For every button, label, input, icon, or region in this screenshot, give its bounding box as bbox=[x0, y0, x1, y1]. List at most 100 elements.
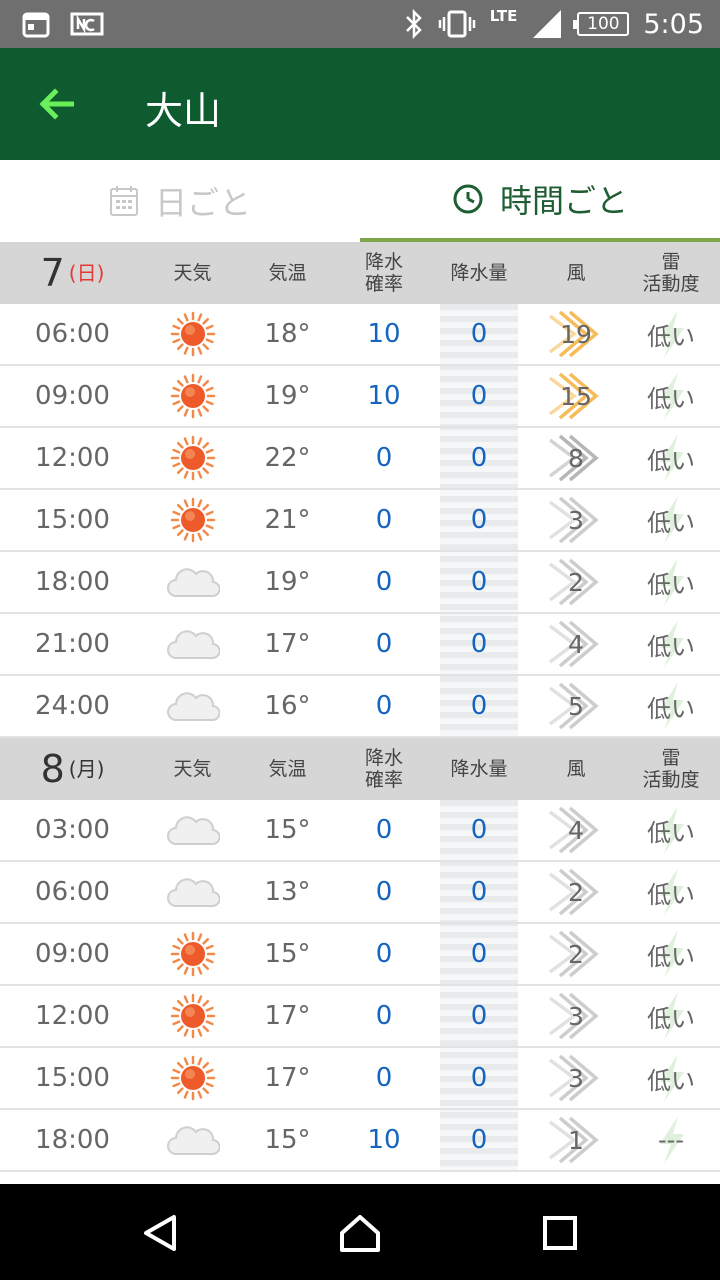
row-wind: 2 bbox=[530, 924, 622, 984]
header-pop: 降水 確率 bbox=[364, 251, 403, 295]
row-pop: 0 bbox=[375, 629, 393, 659]
row-pop: 0 bbox=[375, 939, 393, 969]
header-pop: 降水 確率 bbox=[364, 747, 403, 791]
tab-daily[interactable]: 日ごと bbox=[0, 160, 360, 242]
table-row[interactable]: 09:00 19° 10 0 15 低い bbox=[0, 366, 720, 428]
recents-icon bbox=[543, 1216, 577, 1250]
row-rain: 0 bbox=[470, 939, 488, 969]
thunder-level: 低い bbox=[647, 1066, 695, 1095]
battery-icon: 100 bbox=[573, 12, 630, 36]
back-button[interactable] bbox=[30, 78, 82, 130]
row-time: 18:00 bbox=[35, 1125, 110, 1155]
day-date: 8 (月) bbox=[40, 747, 105, 791]
page-title: 大山 bbox=[145, 89, 222, 133]
tab-bar: 日ごと 時間ごと bbox=[0, 160, 720, 242]
row-rain: 0 bbox=[470, 1063, 488, 1093]
nav-back-button[interactable] bbox=[135, 1208, 185, 1258]
day-date: 7 (日) bbox=[40, 251, 105, 295]
table-row[interactable]: 09:00 15° 0 0 2 低い bbox=[0, 924, 720, 986]
clock-time: 5:05 bbox=[643, 8, 704, 40]
bluetooth-icon bbox=[405, 9, 422, 39]
row-thunder: 低い bbox=[622, 676, 720, 736]
row-time: 12:00 bbox=[35, 1001, 110, 1031]
row-thunder: 低い bbox=[622, 428, 720, 488]
row-weather bbox=[145, 986, 240, 1046]
row-thunder: 低い bbox=[622, 862, 720, 922]
wind-speed: 2 bbox=[568, 567, 584, 597]
row-weather bbox=[145, 490, 240, 550]
row-pop: 10 bbox=[367, 319, 401, 349]
hourly-forecast-table[interactable]: 7 (日) 天気 気温 降水 確率 降水量 風 雷活動度 06:00 18° 10 … bbox=[0, 242, 720, 1172]
table-row[interactable]: 21:00 17° 0 0 4 低い bbox=[0, 614, 720, 676]
tab-hourly[interactable]: 時間ごと bbox=[360, 160, 720, 242]
table-row[interactable]: 18:00 15° 10 0 1 --- bbox=[0, 1110, 720, 1172]
row-thunder: 低い bbox=[622, 924, 720, 984]
day-of-week: (日) bbox=[68, 261, 105, 285]
wind-speed: 15 bbox=[560, 381, 592, 411]
table-row[interactable]: 12:00 22° 0 0 8 低い bbox=[0, 428, 720, 490]
row-temp: 21° bbox=[264, 505, 311, 535]
row-temp: 19° bbox=[264, 567, 311, 597]
back-triangle-icon bbox=[144, 1215, 176, 1251]
header-rain: 降水量 bbox=[450, 758, 508, 780]
table-row[interactable]: 24:00 16° 0 0 5 低い bbox=[0, 676, 720, 738]
row-pop: 10 bbox=[367, 1125, 401, 1155]
row-weather bbox=[145, 676, 240, 736]
row-wind: 2 bbox=[530, 862, 622, 922]
table-row[interactable]: 15:00 17° 0 0 3 低い bbox=[0, 1048, 720, 1110]
row-wind: 15 bbox=[530, 366, 622, 426]
header-wind: 風 bbox=[566, 758, 586, 780]
row-rain: 0 bbox=[470, 319, 488, 349]
tab-daily-label: 日ごと bbox=[154, 184, 251, 222]
table-row[interactable]: 15:00 21° 0 0 3 低い bbox=[0, 490, 720, 552]
table-row[interactable]: 12:00 17° 0 0 3 低い bbox=[0, 986, 720, 1048]
wind-speed: 2 bbox=[568, 877, 584, 907]
wind-speed: 8 bbox=[568, 443, 584, 473]
row-weather bbox=[145, 1048, 240, 1108]
row-rain: 0 bbox=[470, 1001, 488, 1031]
row-temp: 15° bbox=[264, 939, 311, 969]
status-right: LTE 100 5:05 bbox=[404, 0, 704, 48]
row-rain: 0 bbox=[470, 505, 488, 535]
calendar-icon bbox=[22, 12, 50, 38]
row-time: 12:00 bbox=[35, 443, 110, 473]
wind-speed: 4 bbox=[568, 629, 584, 659]
thunder-level: 低い bbox=[647, 322, 695, 351]
row-weather bbox=[145, 1110, 240, 1170]
row-temp: 15° bbox=[264, 815, 311, 845]
row-wind: 5 bbox=[530, 676, 622, 736]
table-row[interactable]: 06:00 18° 10 0 19 低い bbox=[0, 304, 720, 366]
table-row[interactable]: 18:00 19° 0 0 2 低い bbox=[0, 552, 720, 614]
row-rain: 0 bbox=[470, 877, 488, 907]
row-pop: 0 bbox=[375, 443, 393, 473]
row-thunder: 低い bbox=[622, 490, 720, 550]
thunder-level: 低い bbox=[647, 818, 695, 847]
row-weather bbox=[145, 614, 240, 674]
sunny-icon bbox=[170, 311, 215, 357]
row-weather bbox=[145, 366, 240, 426]
day-of-week: (月) bbox=[68, 757, 105, 781]
row-temp: 19° bbox=[264, 381, 311, 411]
row-time: 21:00 bbox=[35, 629, 110, 659]
row-thunder: --- bbox=[622, 1110, 720, 1170]
row-pop: 0 bbox=[375, 505, 393, 535]
table-row[interactable]: 06:00 13° 0 0 2 低い bbox=[0, 862, 720, 924]
row-wind: 4 bbox=[530, 800, 622, 860]
wind-speed: 19 bbox=[560, 319, 592, 349]
table-row[interactable]: 03:00 15° 0 0 4 低い bbox=[0, 800, 720, 862]
row-temp: 16° bbox=[264, 691, 311, 721]
thunder-level: 低い bbox=[647, 694, 695, 723]
row-pop: 0 bbox=[375, 877, 393, 907]
nav-home-button[interactable] bbox=[335, 1208, 385, 1258]
tab-hourly-label: 時間ごと bbox=[499, 182, 628, 220]
thunder-level: 低い bbox=[647, 446, 695, 475]
row-wind: 4 bbox=[530, 614, 622, 674]
app-bar: 大山 bbox=[0, 48, 720, 160]
row-thunder: 低い bbox=[622, 366, 720, 426]
wind-speed: 3 bbox=[568, 1001, 584, 1031]
row-temp: 18° bbox=[264, 319, 311, 349]
system-nav-bar bbox=[0, 1184, 720, 1280]
vibrate-icon bbox=[438, 10, 476, 38]
nav-recents-button[interactable] bbox=[535, 1208, 585, 1258]
sunny-icon bbox=[170, 435, 215, 481]
